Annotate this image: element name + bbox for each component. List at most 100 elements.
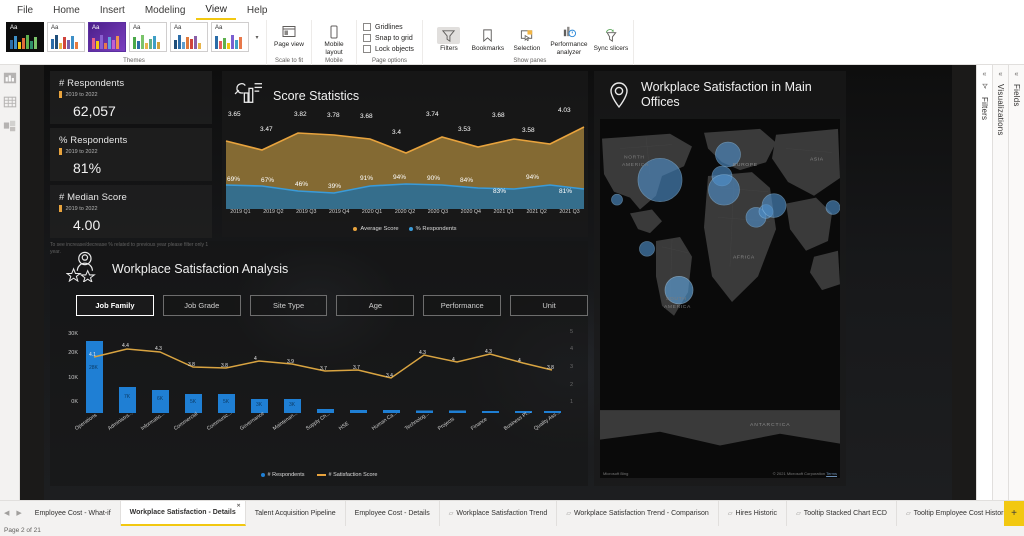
- tab-label: Employee Cost - What-if: [35, 510, 111, 517]
- dimension-button-age[interactable]: Age: [336, 295, 414, 316]
- map-attribution: Microsoft Bing: [603, 471, 628, 476]
- ribbon-group-show-panes: Filters Bookmarks Selection: [423, 20, 634, 65]
- filters-pane-button[interactable]: Filters: [431, 26, 467, 53]
- theme-swatch-purple[interactable]: Aa: [88, 22, 126, 52]
- close-icon[interactable]: ✕: [237, 503, 241, 509]
- checkbox-lock-objects[interactable]: Lock objects: [363, 45, 414, 53]
- menu-item-view[interactable]: View: [196, 1, 236, 20]
- score-statistics-title: Score Statistics: [273, 89, 359, 103]
- sync-slicers-button[interactable]: Sync slicers: [593, 26, 629, 53]
- page-tab-workplace-satisfaction-trend[interactable]: ▱ Workplace Satisfaction Trend: [440, 501, 558, 526]
- theme-swatch-dark[interactable]: Aa: [6, 22, 44, 52]
- data-view-icon[interactable]: [3, 95, 17, 109]
- pct-label: 90%: [427, 175, 440, 182]
- theme-swatch-bars: [92, 31, 119, 49]
- legend-label: Average Score: [360, 226, 398, 232]
- satisfaction-combo-chart[interactable]: 30K 20K 10K 0K 5 4 3 2 1: [50, 333, 588, 480]
- dimension-button-performance[interactable]: Performance: [423, 295, 501, 316]
- pct-label: 94%: [393, 174, 406, 181]
- kpi-card-pct-respondents[interactable]: % Respondents 2019 to 2022 81%: [50, 128, 212, 181]
- report-view-icon[interactable]: [3, 71, 17, 85]
- theme-swatch-green[interactable]: Aa: [129, 22, 167, 52]
- checkbox-label: Snap to grid: [375, 35, 413, 42]
- mobile-layout-icon: [326, 23, 342, 40]
- chevron-collapse-icon[interactable]: «: [999, 71, 1003, 78]
- page-view-button[interactable]: Page view: [271, 22, 307, 49]
- legend-item-average-score[interactable]: Average Score: [353, 226, 398, 232]
- dimension-button-unit[interactable]: Unit: [510, 295, 588, 316]
- tab-label: Workplace Satisfaction - Details: [130, 509, 236, 516]
- checkbox-snap-to-grid[interactable]: Snap to grid: [363, 34, 414, 42]
- ribbon-group-label-scale: Scale to fit: [267, 58, 311, 64]
- menu-item-help[interactable]: Help: [238, 2, 277, 19]
- chevron-collapse-icon[interactable]: «: [1015, 71, 1019, 78]
- tab-label: Workplace Satisfaction Trend: [456, 510, 547, 517]
- page-tab-workplace-satisfaction-trend-comparison[interactable]: ▱ Workplace Satisfaction Trend - Compari…: [557, 501, 719, 526]
- kpi-card-median-score[interactable]: # Median Score 2019 to 2022 4.00: [50, 185, 212, 238]
- pane-fields[interactable]: « Fields: [1008, 65, 1024, 500]
- menu-item-insert[interactable]: Insert: [91, 2, 134, 19]
- svg-text:ANTARCTICA: ANTARCTICA: [750, 422, 790, 428]
- axis-tick: 2019 Q3: [290, 209, 323, 215]
- tab-next-icon[interactable]: ▶: [16, 509, 21, 517]
- tab-label: Tooltip Stacked Chart ECD: [804, 510, 887, 517]
- page-tab-workplace-satisfaction-details[interactable]: Workplace Satisfaction - Details ✕: [121, 501, 246, 526]
- page-tab-talent-acquisition-pipeline[interactable]: Talent Acquisition Pipeline: [246, 501, 346, 526]
- axis-tick: 2020 Q2: [389, 209, 422, 215]
- score-label: 4.03: [558, 107, 571, 114]
- chevron-collapse-icon[interactable]: «: [983, 71, 987, 78]
- map-copyright: © 2021 Microsoft Corporation Terms: [773, 471, 837, 476]
- svg-text:AMERICA: AMERICA: [622, 162, 649, 168]
- axis-tick: 1: [570, 399, 573, 405]
- kpi-card-respondents[interactable]: # Respondents 2019 to 2022 62,057: [50, 71, 212, 124]
- legend-item-satisfaction-score[interactable]: # Satisfaction Score: [317, 472, 378, 478]
- menu-item-modeling[interactable]: Modeling: [136, 2, 195, 19]
- selection-pane-label: Selection: [514, 45, 541, 53]
- combo-x-axis: Operations Administra... Informatio... C…: [78, 425, 566, 463]
- theme-swatch-default[interactable]: Aa: [47, 22, 85, 52]
- pane-visualizations[interactable]: « Visualizations: [992, 65, 1008, 500]
- mobile-layout-label: Mobile layout: [316, 41, 352, 56]
- kpi-period-label: 2019 to 2022: [66, 149, 98, 155]
- axis-tick: 2020 Q1: [356, 209, 389, 215]
- tab-label: Talent Acquisition Pipeline: [255, 510, 336, 517]
- score-label: 3.78: [327, 112, 340, 119]
- page-tab-employee-cost-details[interactable]: Employee Cost - Details: [346, 501, 440, 526]
- bar-label: 6K: [157, 396, 163, 402]
- tab-prev-icon[interactable]: ◀: [4, 509, 9, 517]
- page-view-icon: [281, 23, 297, 40]
- score-label: 3.58: [522, 127, 535, 134]
- page-tab-employee-cost-what-if[interactable]: Employee Cost - What-if: [26, 501, 121, 526]
- themes-dropdown-icon[interactable]: ▾: [252, 22, 262, 52]
- model-view-icon[interactable]: [3, 119, 17, 133]
- dimension-button-job-family[interactable]: Job Family: [76, 295, 154, 316]
- performance-analyzer-button[interactable]: Performance analyzer: [548, 22, 590, 56]
- page-tabs: Employee Cost - What-if Workplace Satisf…: [26, 501, 1004, 526]
- kpi-value: 4.00: [59, 217, 203, 233]
- bookmarks-pane-button[interactable]: Bookmarks: [470, 26, 506, 53]
- page-tab-hires-historic[interactable]: ▱ Hires Historic: [719, 501, 787, 526]
- map-terms-link[interactable]: Terms: [826, 471, 837, 476]
- dimension-button-job-grade[interactable]: Job Grade: [163, 295, 241, 316]
- map-visual[interactable]: NORTH AMERICA SOUTH AMERICA EUROPE AFRIC…: [600, 119, 840, 478]
- selection-pane-button[interactable]: Selection: [509, 26, 545, 53]
- page-tab-tooltip-employee-cost-historic[interactable]: ▱ Tooltip Employee Cost Historic: [897, 501, 1004, 526]
- mobile-layout-button[interactable]: Mobile layout: [316, 22, 352, 56]
- menu-item-file[interactable]: File: [8, 2, 42, 19]
- pane-filters[interactable]: « Filters: [976, 65, 992, 500]
- legend-item-pct-respondents[interactable]: % Respondents: [409, 226, 457, 232]
- legend-item-respondents[interactable]: # Respondents: [261, 472, 305, 478]
- ribbon-group-page-options: Gridlines Snap to grid Lock objects Page…: [357, 20, 423, 65]
- bar-label: 3K: [289, 402, 295, 408]
- theme-swatch-blue[interactable]: Aa: [170, 22, 208, 52]
- page-tab-tooltip-stacked-chart-ecd[interactable]: ▱ Tooltip Stacked Chart ECD: [787, 501, 897, 526]
- menu-item-home[interactable]: Home: [44, 2, 89, 19]
- checkbox-gridlines[interactable]: Gridlines: [363, 23, 414, 31]
- add-page-button[interactable]: +: [1004, 501, 1024, 526]
- theme-swatch-alt[interactable]: Aa: [211, 22, 249, 52]
- filter-icon: [437, 27, 460, 44]
- respondent-bar-labels: 28K 7K 6K 5K 5K 3K 3K: [78, 333, 566, 425]
- dimension-button-site-type[interactable]: Site Type: [250, 295, 328, 316]
- world-map-svg: NORTH AMERICA SOUTH AMERICA EUROPE AFRIC…: [600, 119, 840, 478]
- axis-tick: 2019 Q1: [224, 209, 257, 215]
